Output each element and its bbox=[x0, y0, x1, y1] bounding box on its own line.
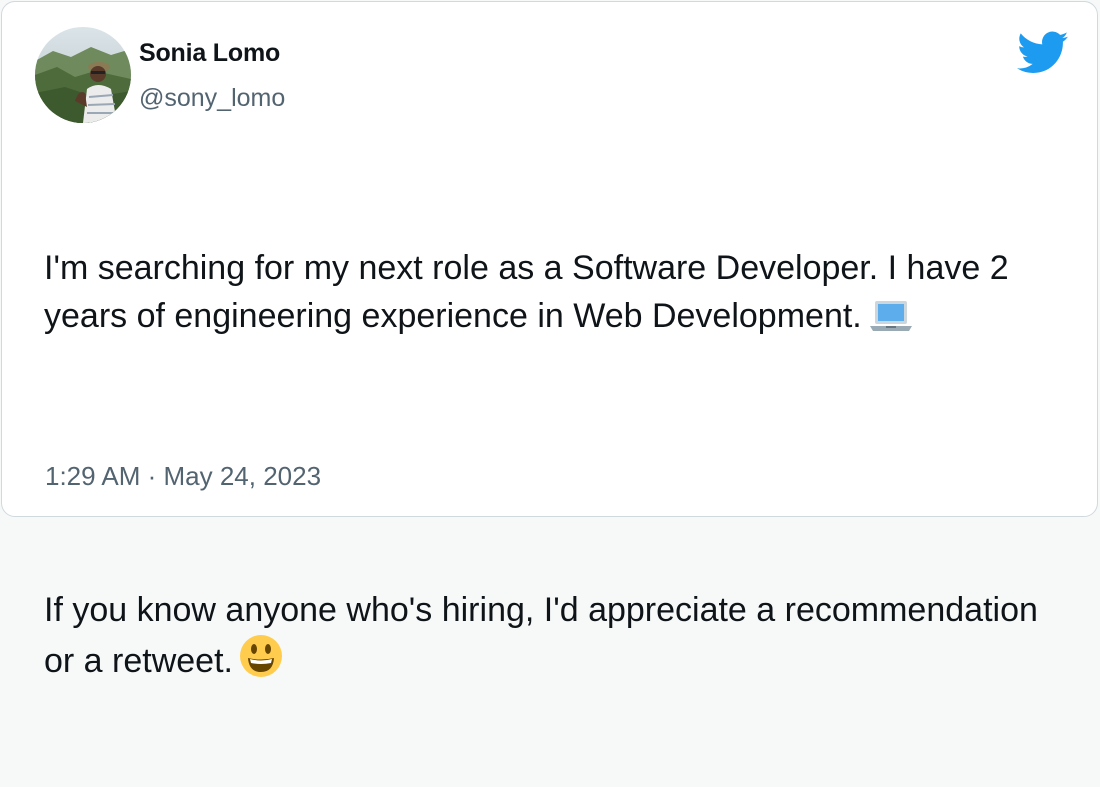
avatar[interactable] bbox=[35, 27, 131, 123]
avatar-photo bbox=[35, 27, 131, 123]
tweet-paragraph-2: If you know anyone who's hiring, I'd app… bbox=[44, 586, 1074, 691]
tweet-card[interactable]: Sonia Lomo @sony_lomo I'm searching for … bbox=[1, 1, 1098, 680]
author-handle[interactable]: @sony_lomo bbox=[139, 83, 285, 113]
tweet-timestamp[interactable]: 1:29 AM · May 24, 2023 bbox=[45, 460, 321, 492]
laptop-emoji-icon bbox=[868, 298, 914, 346]
grinning-face-emoji-icon bbox=[239, 634, 283, 691]
tweet-paragraph-2-text: If you know anyone who's hiring, I'd app… bbox=[44, 591, 1048, 680]
author-name[interactable]: Sonia Lomo bbox=[139, 38, 280, 68]
tweet-paragraph-1: I'm searching for my next role as a Soft… bbox=[44, 244, 1074, 346]
twitter-bird-icon[interactable] bbox=[1017, 31, 1069, 75]
